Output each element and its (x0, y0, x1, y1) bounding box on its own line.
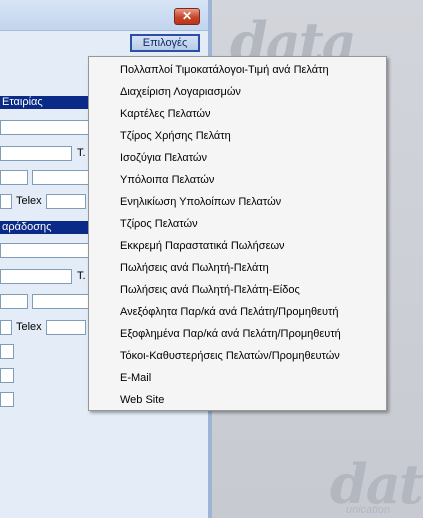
label-telex1: Telex (16, 195, 42, 207)
menu-item-sales-by-salesman-customer-item[interactable]: Πωλήσεις ανά Πωλητή-Πελάτη-Είδος (89, 279, 386, 301)
options-button[interactable]: Επιλογές (130, 34, 200, 52)
menu-item-customer-year-turnover[interactable]: Τζίρος Χρήσης Πελάτη (89, 125, 386, 147)
menu-item-customer-remainders[interactable]: Υπόλοιπα Πελατών (89, 169, 386, 191)
watermark-sub-bottom: unication (346, 504, 391, 516)
close-button[interactable]: ✕ (174, 8, 200, 25)
menu-item-accounts-management[interactable]: Διαχείριση Λογαριασμών (89, 81, 386, 103)
menu-item-customer-cards[interactable]: Καρτέλες Πελατών (89, 103, 386, 125)
menu-item-customer-balances[interactable]: Ισοζύγια Πελατών (89, 147, 386, 169)
menu-item-unpaid-docs[interactable]: Ανεξόφλητα Παρ/κά ανά Πελάτη/Προμηθευτή (89, 301, 386, 323)
small-field-2[interactable] (0, 368, 14, 383)
delivery-field-1[interactable] (0, 243, 100, 258)
menu-item-customer-turnover[interactable]: Τζίρος Πελατών (89, 213, 386, 235)
menu-item-multiple-pricelists[interactable]: Πολλαπλοί Τιμοκατάλογοι-Τιμή ανά Πελάτη (89, 59, 386, 81)
menu-item-paid-docs[interactable]: Εξοφλημένα Παρ/κά ανά Πελάτη/Προμηθευτή (89, 323, 386, 345)
company-field-telex[interactable] (46, 194, 86, 209)
label-telex2: Telex (16, 321, 42, 333)
company-field-3[interactable] (0, 170, 28, 185)
menu-item-website[interactable]: Web Site (89, 389, 386, 411)
delivery-field-5[interactable] (0, 320, 12, 335)
small-field-3[interactable] (0, 392, 14, 407)
menu-item-email[interactable]: E-Mail (89, 367, 386, 389)
delivery-field-telex[interactable] (46, 320, 86, 335)
delivery-field-2[interactable] (0, 269, 72, 284)
close-icon: ✕ (181, 9, 193, 23)
company-field-1[interactable] (0, 120, 100, 135)
label-t1: Τ. (77, 147, 86, 159)
company-field-5[interactable] (0, 194, 12, 209)
options-dropdown-menu: Πολλαπλοί Τιμοκατάλογοι-Τιμή ανά Πελάτη … (88, 56, 387, 411)
window-titlebar: ✕ (0, 0, 208, 30)
menu-item-interest-delays[interactable]: Τόκοι-Καθυστερήσεις Πελατών/Προμηθευτών (89, 345, 386, 367)
menu-item-pending-sales-docs[interactable]: Εκκρεμή Παραστατικά Πωλήσεων (89, 235, 386, 257)
menu-item-sales-by-salesman-customer[interactable]: Πωλήσεις ανά Πωλητή-Πελάτη (89, 257, 386, 279)
company-field-2[interactable] (0, 146, 72, 161)
small-field-1[interactable] (0, 344, 14, 359)
delivery-field-3[interactable] (0, 294, 28, 309)
menu-item-aging[interactable]: Ενηλικίωση Υπολοίπων Πελατών (89, 191, 386, 213)
label-t2: Τ. (77, 270, 86, 282)
